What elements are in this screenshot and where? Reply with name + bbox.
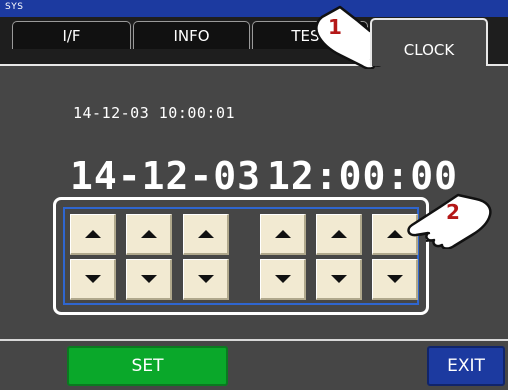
adjust-panel [53, 197, 429, 315]
minute-down-button[interactable] [316, 259, 362, 300]
arrow-up-icon [84, 230, 101, 238]
arrow-down-icon [197, 275, 214, 283]
screen-label: SYS [5, 2, 24, 12]
pointing-hand-icon: 2 [407, 193, 492, 249]
hour-down-button[interactable] [260, 259, 306, 300]
arrow-up-icon [274, 230, 291, 238]
month-up-button[interactable] [126, 214, 172, 255]
exit-button[interactable]: EXIT [427, 346, 505, 386]
arrow-up-icon [197, 230, 214, 238]
day-down-button[interactable] [183, 259, 229, 300]
tab-clock[interactable]: CLOCK [370, 18, 488, 66]
hour-up-button[interactable] [260, 214, 306, 255]
current-clock-readout: 14-12-03 10:00:01 [73, 104, 236, 122]
clock-settings-screen: SYS I/F INFO TEST CLOCK 14-12-03 10:00:0… [0, 0, 508, 390]
adjust-panel-inner [63, 207, 419, 305]
day-up-button[interactable] [183, 214, 229, 255]
title-bar: SYS [0, 0, 508, 17]
arrow-down-icon [386, 275, 403, 283]
set-date-display: 14-12-03 [70, 154, 262, 198]
year-down-button[interactable] [70, 259, 116, 300]
set-button[interactable]: SET [67, 346, 228, 386]
arrow-down-icon [274, 275, 291, 283]
annotation-number: 1 [328, 15, 342, 39]
tab-info[interactable]: INFO [133, 21, 250, 49]
minute-up-button[interactable] [316, 214, 362, 255]
arrow-down-icon [140, 275, 157, 283]
second-down-button[interactable] [372, 259, 418, 300]
annotation-number: 2 [446, 200, 460, 224]
tab-if[interactable]: I/F [12, 21, 131, 49]
arrow-up-icon [330, 230, 347, 238]
year-up-button[interactable] [70, 214, 116, 255]
arrow-down-icon [84, 275, 101, 283]
arrow-up-icon [140, 230, 157, 238]
month-down-button[interactable] [126, 259, 172, 300]
footer-divider [0, 339, 508, 341]
arrow-down-icon [330, 275, 347, 283]
arrow-up-icon [386, 230, 403, 238]
